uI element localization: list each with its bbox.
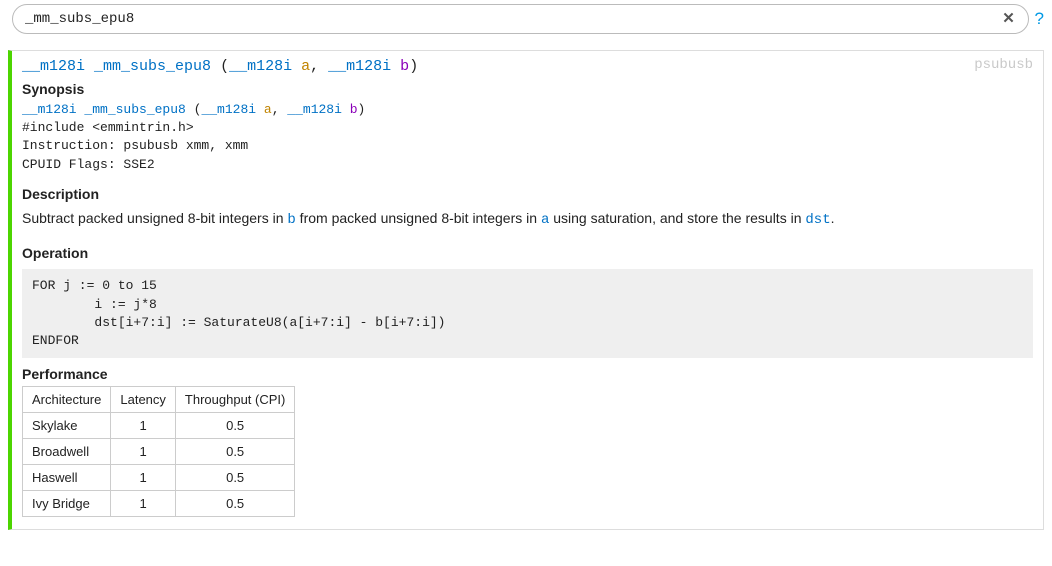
sig-sep: , [310, 58, 328, 75]
performance-section: Performance Architecture Latency Through… [12, 360, 1043, 529]
cell-arch: Ivy Bridge [23, 491, 111, 517]
description-text: Subtract packed unsigned 8-bit integers … [22, 206, 1033, 234]
table-header-row: Architecture Latency Throughput (CPI) [23, 387, 295, 413]
cell-arch: Broadwell [23, 439, 111, 465]
search-bar: ✕ ? [0, 0, 1052, 38]
performance-table: Architecture Latency Throughput (CPI) Sk… [22, 386, 295, 517]
sig-p2-name: b [400, 58, 409, 75]
col-architecture: Architecture [23, 387, 111, 413]
cell-latency: 1 [111, 413, 176, 439]
cell-throughput: 0.5 [175, 465, 294, 491]
sig-name: _mm_subs_epu8 [94, 58, 211, 75]
sig-close: ) [409, 58, 418, 75]
cell-throughput: 0.5 [175, 491, 294, 517]
cell-latency: 1 [111, 491, 176, 517]
clear-search-button[interactable]: ✕ [998, 8, 1020, 30]
cell-arch: Skylake [23, 413, 111, 439]
search-input[interactable] [25, 11, 998, 27]
sig-space3 [391, 58, 400, 75]
col-latency: Latency [111, 387, 176, 413]
description-heading: Description [22, 186, 1033, 202]
cell-throughput: 0.5 [175, 413, 294, 439]
cell-latency: 1 [111, 465, 176, 491]
synopsis-heading: Synopsis [22, 81, 1033, 97]
synopsis-section: Synopsis __m128i _mm_subs_epu8 (__m128i … [12, 75, 1043, 180]
synopsis-cpuid: CPUID Flags: SSE2 [22, 156, 1033, 174]
table-row: Ivy Bridge 1 0.5 [23, 491, 295, 517]
sig-space2 [292, 58, 301, 75]
cell-latency: 1 [111, 439, 176, 465]
table-row: Broadwell 1 0.5 [23, 439, 295, 465]
operation-heading: Operation [22, 245, 1033, 261]
performance-heading: Performance [22, 366, 1033, 382]
sig-p1-type: __m128i [229, 58, 292, 75]
operation-code: FOR j := 0 to 15 i := j*8 dst[i+7:i] := … [22, 269, 1033, 358]
table-row: Haswell 1 0.5 [23, 465, 295, 491]
synopsis-instruction: Instruction: psubusb xmm, xmm [22, 137, 1033, 155]
synopsis-signature: __m128i _mm_subs_epu8 (__m128i a, __m128… [22, 101, 1033, 119]
intrinsic-card: __m128i _mm_subs_epu8 (__m128i a, __m128… [8, 50, 1044, 530]
card-header[interactable]: __m128i _mm_subs_epu8 (__m128i a, __m128… [12, 51, 1043, 75]
description-section: Description Subtract packed unsigned 8-b… [12, 180, 1043, 240]
sig-p1-name: a [301, 58, 310, 75]
operation-section: Operation [12, 239, 1043, 267]
table-row: Skylake 1 0.5 [23, 413, 295, 439]
sig-open: ( [211, 58, 229, 75]
sig-return-type: __m128i [22, 58, 85, 75]
cell-throughput: 0.5 [175, 439, 294, 465]
help-link[interactable]: ? [1035, 9, 1044, 29]
col-throughput: Throughput (CPI) [175, 387, 294, 413]
synopsis-include: #include <emmintrin.h> [22, 119, 1033, 137]
cell-arch: Haswell [23, 465, 111, 491]
instruction-mnemonic: psubusb [974, 57, 1033, 73]
search-input-container: ✕ [12, 4, 1029, 34]
signature: __m128i _mm_subs_epu8 (__m128i a, __m128… [22, 58, 418, 75]
sig-p2-type: __m128i [328, 58, 391, 75]
